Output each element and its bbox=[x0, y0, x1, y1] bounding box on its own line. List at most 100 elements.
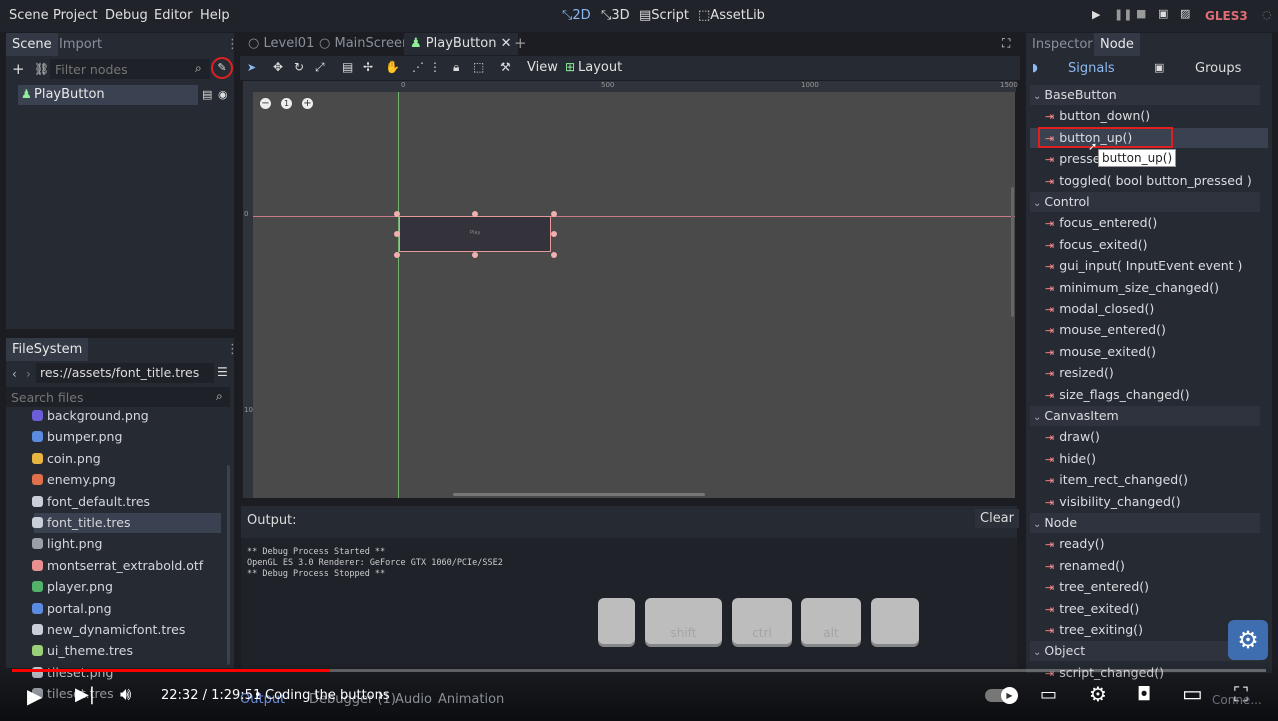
menu-debug[interactable]: Debug bbox=[105, 8, 148, 23]
workspace-3d[interactable]: ⤡3D bbox=[601, 8, 630, 23]
handle-l[interactable] bbox=[394, 231, 400, 237]
menu-help[interactable]: Help bbox=[200, 8, 230, 23]
signal-item[interactable]: ⇥ ready() bbox=[1045, 534, 1105, 554]
menu-project[interactable]: Project bbox=[53, 8, 97, 23]
move-tool-icon[interactable]: ✥ bbox=[273, 60, 283, 74]
menu-editor[interactable]: Editor bbox=[154, 8, 192, 23]
handle-tr[interactable] bbox=[551, 211, 557, 217]
file-item[interactable]: ui_theme.tres bbox=[32, 641, 133, 661]
connect-button[interactable]: Conne... bbox=[1212, 693, 1262, 707]
chapter-title[interactable]: Coding the buttons bbox=[265, 688, 390, 703]
handle-t[interactable] bbox=[472, 211, 478, 217]
groups-tab[interactable]: Groups bbox=[1195, 61, 1241, 76]
bone-icon[interactable]: ⚒ bbox=[500, 60, 511, 74]
search-files-input[interactable] bbox=[6, 387, 230, 407]
file-item[interactable]: bumper.png bbox=[32, 427, 122, 447]
file-item[interactable]: player.png bbox=[32, 577, 113, 597]
pan-tool-icon[interactable]: ✋ bbox=[385, 60, 400, 74]
select-tool-icon[interactable]: ➤ bbox=[247, 61, 256, 74]
play-icon[interactable]: ▶ bbox=[1092, 8, 1100, 21]
tab-filesystem[interactable]: FileSystem bbox=[6, 338, 89, 361]
attach-script-icon[interactable]: ✎ bbox=[211, 57, 233, 79]
file-item[interactable]: font_default.tres bbox=[32, 492, 150, 512]
file-item[interactable]: portal.png bbox=[32, 599, 112, 619]
forward-icon[interactable]: › bbox=[26, 367, 31, 381]
signal-item[interactable]: ⇥ size_flags_changed() bbox=[1045, 385, 1190, 405]
handle-bl[interactable] bbox=[394, 252, 400, 258]
group-icon[interactable]: ⬚ bbox=[473, 60, 484, 74]
layout-menu[interactable]: Layout bbox=[578, 60, 622, 75]
signal-item[interactable]: ⇥ mouse_exited() bbox=[1045, 342, 1156, 362]
signal-item[interactable]: ⇥ gui_input( InputEvent event ) bbox=[1045, 256, 1242, 276]
signal-item[interactable]: ⇥ renamed() bbox=[1045, 556, 1125, 576]
zoom-in-icon[interactable]: + bbox=[302, 98, 313, 109]
play-pause-icon[interactable]: ▶ bbox=[27, 684, 42, 708]
signal-item[interactable]: ⇥ tree_entered() bbox=[1045, 577, 1149, 597]
file-item[interactable]: font_title.tres bbox=[32, 513, 131, 533]
handle-tl[interactable] bbox=[394, 211, 400, 217]
snap-icon[interactable]: ⋰ bbox=[412, 60, 424, 74]
script-attached-icon[interactable]: ▤ bbox=[202, 88, 212, 101]
signal-item[interactable]: ⇥ item_rect_changed() bbox=[1045, 470, 1188, 490]
volume-icon[interactable]: 🔊︎ bbox=[120, 684, 131, 705]
signal-item[interactable]: ⇥ resized() bbox=[1045, 363, 1114, 383]
tab-scene[interactable]: Scene bbox=[6, 33, 58, 56]
signal-item[interactable]: ⇥ hide() bbox=[1045, 449, 1096, 469]
miniplayer-icon[interactable]: ◘ bbox=[1137, 684, 1151, 705]
lock-icon[interactable]: 🔒︎ bbox=[453, 60, 459, 75]
signal-class-header[interactable]: ⌄ Control bbox=[1030, 192, 1260, 212]
file-item[interactable]: enemy.png bbox=[32, 470, 116, 490]
chevron-right-icon[interactable]: › bbox=[378, 686, 384, 704]
back-icon[interactable]: ‹ bbox=[12, 367, 17, 381]
signal-item[interactable]: ⇥ focus_exited() bbox=[1045, 235, 1147, 255]
workspace-2d[interactable]: ⤡2D bbox=[562, 8, 591, 23]
file-item[interactable]: background.png bbox=[32, 406, 149, 426]
bottom-tab-audio[interactable]: Audio bbox=[395, 692, 432, 707]
add-tab-icon[interactable]: + bbox=[514, 34, 527, 52]
file-item[interactable]: montserrat_extrabold.otf bbox=[32, 556, 203, 576]
play-scene-icon[interactable]: ▣ bbox=[1158, 7, 1168, 20]
path-field[interactable]: res://assets/font_title.tres bbox=[36, 363, 214, 383]
file-item[interactable]: light.png bbox=[32, 534, 102, 554]
visibility-eye-icon[interactable]: ◉ bbox=[218, 88, 228, 101]
canvas-viewport[interactable]: Play − 1 + bbox=[253, 92, 1015, 498]
next-icon[interactable]: ▶| bbox=[75, 684, 95, 705]
filter-nodes-input[interactable] bbox=[50, 59, 210, 79]
fullscreen-icon[interactable]: ⛶ bbox=[1002, 36, 1010, 51]
zoom-reset-icon[interactable]: 1 bbox=[281, 98, 292, 109]
progress-track[interactable] bbox=[12, 669, 1266, 672]
view-mode-icon[interactable]: ☰ bbox=[217, 365, 228, 379]
dock-menu-icon[interactable]: ⋮ bbox=[226, 37, 239, 52]
workspace-assetlib[interactable]: ⬚AssetLib bbox=[698, 8, 765, 23]
link-icon[interactable]: ⛓ bbox=[34, 62, 49, 76]
view-menu[interactable]: View bbox=[527, 60, 558, 75]
settings-icon[interactable]: ⚙ bbox=[1089, 682, 1107, 706]
menu-scene[interactable]: Scene bbox=[9, 8, 49, 23]
signal-class-header[interactable]: ⌄ BaseButton bbox=[1030, 85, 1260, 105]
signal-item[interactable]: ⇥ minimum_size_changed() bbox=[1045, 278, 1219, 298]
file-item[interactable]: coin.png bbox=[32, 449, 101, 469]
signal-item[interactable]: ⇥ modal_closed() bbox=[1045, 299, 1154, 319]
autoplay-toggle[interactable]: ▶ bbox=[985, 687, 1018, 704]
subtitles-icon[interactable]: ▭ bbox=[1040, 684, 1057, 705]
handle-b[interactable] bbox=[472, 252, 478, 258]
signal-item[interactable]: ⇥ tree_exiting() bbox=[1045, 620, 1143, 640]
add-node-icon[interactable]: + bbox=[12, 60, 25, 78]
signal-class-header[interactable]: ⌄ Node bbox=[1030, 513, 1260, 533]
handle-br[interactable] bbox=[551, 252, 557, 258]
signal-item[interactable]: ⇥ tree_exited() bbox=[1045, 599, 1139, 619]
play-custom-icon[interactable]: ▨ bbox=[1180, 7, 1190, 20]
dock-menu-icon[interactable]: ⋮ bbox=[226, 342, 239, 357]
clear-button[interactable]: Clear bbox=[975, 509, 1019, 528]
tree-item-playbutton[interactable]: ♟ PlayButton bbox=[18, 85, 198, 105]
workspace-script[interactable]: ▤Script bbox=[639, 8, 689, 23]
tab-inspector[interactable]: Inspector bbox=[1026, 33, 1099, 56]
list-tool-icon[interactable]: ▤ bbox=[342, 60, 353, 74]
signal-item[interactable]: ⇥ visibility_changed() bbox=[1045, 492, 1181, 512]
scale-tool-icon[interactable]: ⤢ bbox=[315, 60, 325, 75]
signal-class-header[interactable]: ⌄ Object bbox=[1030, 641, 1260, 662]
pause-icon[interactable]: ❚❚ bbox=[1114, 8, 1132, 21]
signals-tab[interactable]: Signals bbox=[1068, 61, 1115, 76]
play-button-preview[interactable]: Play bbox=[399, 216, 551, 252]
handle-r[interactable] bbox=[551, 231, 557, 237]
